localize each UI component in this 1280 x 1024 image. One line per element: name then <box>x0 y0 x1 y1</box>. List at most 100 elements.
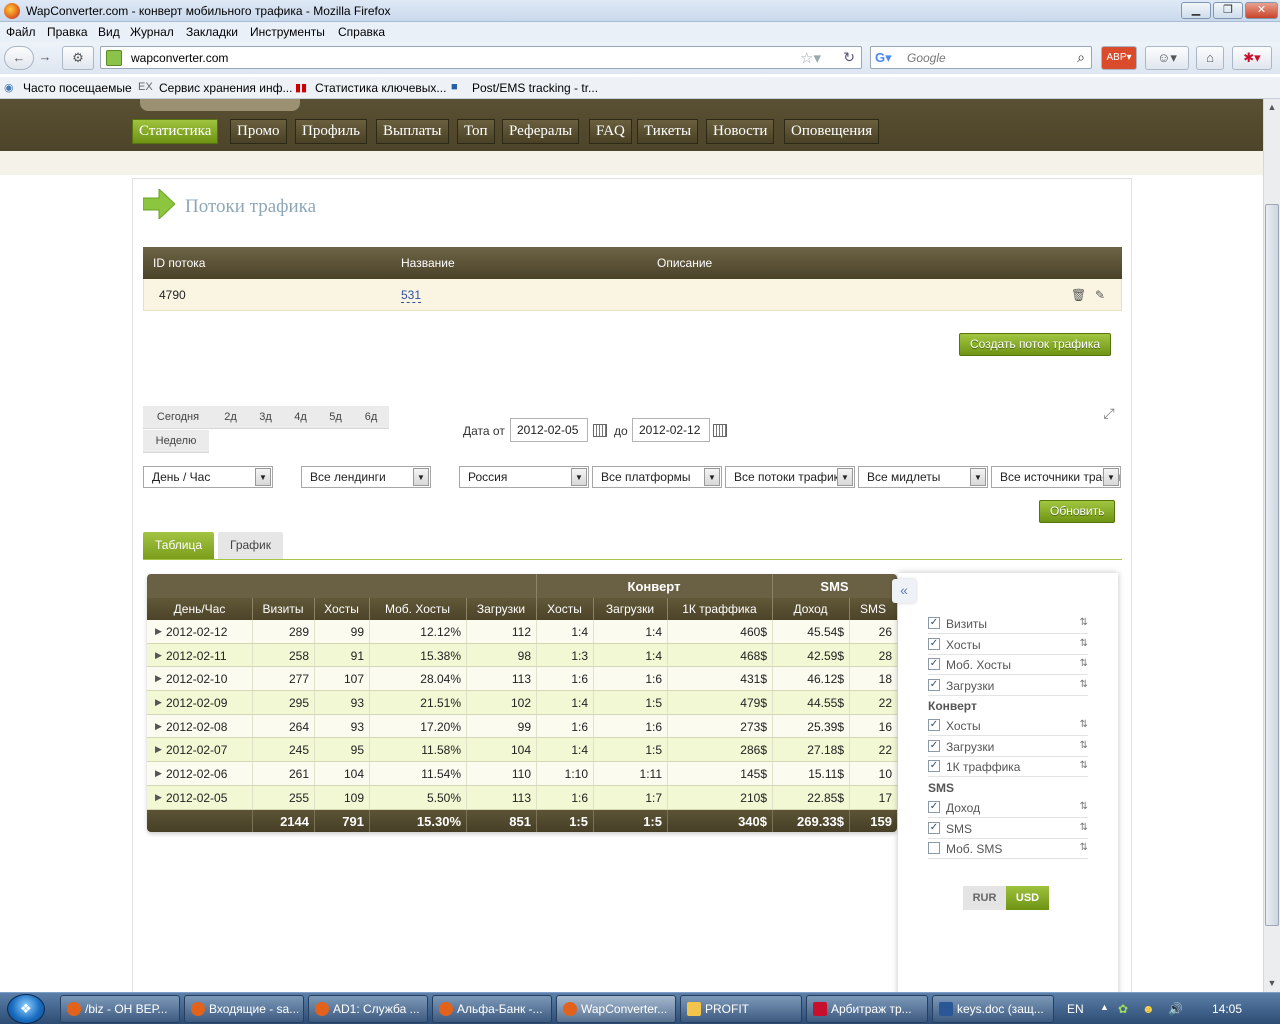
calendar-to-icon[interactable] <box>713 424 727 437</box>
nav-referrals[interactable]: Рефералы <box>502 119 580 144</box>
col-downloads[interactable]: Загрузки <box>466 602 536 616</box>
search-bar[interactable]: G▾ Google ⌕ <box>870 46 1092 69</box>
bookmark-storage[interactable]: Сервис хранения инф... <box>159 81 292 95</box>
sources-select[interactable]: Все источники трафика ▼ <box>991 466 1121 488</box>
task-arbitrage[interactable]: Арбитраж тр... <box>806 995 928 1023</box>
period-5d[interactable]: 5д <box>318 406 353 429</box>
forward-icon[interactable]: → <box>34 46 56 70</box>
stream-name-link[interactable]: 531 <box>401 288 422 303</box>
col-sms-income[interactable]: Доход <box>772 602 849 616</box>
sort-handle-icon[interactable]: ⇅ <box>1080 740 1088 751</box>
picker-item[interactable]: ✓ Загрузки ⇅ <box>928 676 1088 696</box>
minimize-button[interactable]: ▁ <box>1181 2 1211 19</box>
tab-chart[interactable]: График <box>218 532 283 559</box>
sort-handle-icon[interactable]: ⇅ <box>1080 617 1088 628</box>
platforms-select[interactable]: Все платформы ▼ <box>592 466 722 488</box>
expand-row-icon[interactable]: ▶ <box>155 721 162 732</box>
chevron-down-icon[interactable]: ▼ <box>970 468 986 486</box>
nav-tickets[interactable]: Тикеты <box>637 119 699 144</box>
menu-tools[interactable]: Инструменты <box>250 25 325 39</box>
create-stream-button[interactable]: Создать поток трафика <box>959 333 1112 356</box>
picker-item[interactable]: ✓ Моб. Хосты ⇅ <box>928 655 1088 675</box>
menu-history[interactable]: Журнал <box>130 25 174 39</box>
table-row[interactable]: ▶ 2012-02-07 245 95 11.58% 104 1:4 1:5 286$ 27.18… <box>147 738 897 763</box>
addon-icon[interactable]: ☺▾ <box>1145 46 1189 70</box>
nav-news[interactable]: Новости <box>706 119 775 144</box>
picker-item[interactable]: ✓ Хосты ⇅ <box>928 635 1088 655</box>
task-profit[interactable]: PROFIT <box>680 995 802 1023</box>
chevron-down-icon[interactable]: ▼ <box>413 468 429 486</box>
scroll-thumb[interactable] <box>1265 204 1279 926</box>
chevron-down-icon[interactable]: ▼ <box>571 468 587 486</box>
expand-row-icon[interactable]: ▶ <box>155 650 162 661</box>
collapse-panel-icon[interactable]: « <box>892 579 916 603</box>
home-icon[interactable]: ⌂ <box>1196 46 1224 70</box>
calendar-from-icon[interactable] <box>593 424 607 437</box>
reload-icon[interactable]: ↻ <box>843 49 855 66</box>
nav-promo[interactable]: Промо <box>230 119 287 144</box>
task-wapconverter[interactable]: WapConverter... <box>556 995 676 1023</box>
nav-statistics[interactable]: Статистика <box>132 119 219 144</box>
col-day-hour[interactable]: День/Час <box>147 602 252 616</box>
bookmark-ems-tracking[interactable]: Post/EMS tracking - tr... <box>472 81 598 95</box>
checkbox[interactable]: ✓ <box>928 617 940 629</box>
search-icon[interactable]: ⌕ <box>1077 49 1085 66</box>
table-row[interactable]: ▶ 2012-02-10 277 107 28.04% 113 1:6 1:6 431$ 46.1… <box>147 667 897 692</box>
checkbox[interactable]: ✓ <box>928 637 940 650</box>
picker-item[interactable]: ✓ Визиты ⇅ <box>928 614 1088 634</box>
addon-red-icon[interactable]: ✱▾ <box>1232 46 1272 70</box>
date-to-input[interactable]: 2012-02-12 <box>632 418 710 442</box>
picker-item[interactable]: ✓ Хосты ⇅ <box>928 716 1088 736</box>
midlets-select[interactable]: Все мидлеты ▼ <box>858 466 988 488</box>
tab-table[interactable]: Таблица <box>143 532 215 559</box>
tray-messenger-icon[interactable]: ☻ <box>1142 1002 1155 1016</box>
maximize-button[interactable]: ❐ <box>1213 2 1243 19</box>
edit-icon[interactable]: ✎ <box>1093 288 1107 302</box>
period-4d[interactable]: 4д <box>283 406 318 429</box>
country-select[interactable]: Россия ▼ <box>459 466 589 488</box>
expand-row-icon[interactable]: ▶ <box>155 626 162 637</box>
expand-row-icon[interactable]: ▶ <box>155 744 162 755</box>
sort-handle-icon[interactable]: ⇅ <box>1080 822 1088 833</box>
sort-handle-icon[interactable]: ⇅ <box>1080 801 1088 812</box>
menu-bookmarks[interactable]: Закладки <box>186 25 238 39</box>
google-icon[interactable]: G▾ <box>875 50 892 66</box>
sort-handle-icon[interactable]: ⇅ <box>1080 638 1088 649</box>
bookmark-keyword-stats[interactable]: Статистика ключевых... <box>315 81 446 95</box>
menu-help[interactable]: Справка <box>338 25 385 39</box>
url-bar[interactable]: wapconverter.com ☆▾ ↻ <box>100 46 862 69</box>
chevron-down-icon[interactable]: ▼ <box>837 468 853 486</box>
task-alfabank[interactable]: Альфа-Банк -... <box>432 995 552 1023</box>
checkbox[interactable] <box>928 842 940 854</box>
delete-icon[interactable]: 🗑 <box>1071 288 1086 302</box>
update-button[interactable]: Обновить <box>1039 500 1116 523</box>
expand-row-icon[interactable]: ▶ <box>155 673 162 684</box>
expand-row-icon[interactable]: ▶ <box>155 768 162 779</box>
site-identity-icon[interactable] <box>106 50 122 66</box>
landings-select[interactable]: Все лендинги ▼ <box>301 466 431 488</box>
currency-rur-button[interactable]: RUR <box>963 886 1006 910</box>
streams-select[interactable]: Все потоки трафика ▼ <box>725 466 855 488</box>
picker-item[interactable]: ✓ 1К траффика ⇅ <box>928 757 1088 777</box>
groupby-select[interactable]: День / Час ▼ <box>143 466 273 488</box>
task-biz[interactable]: /biz - ОН ВЕР... <box>60 995 180 1023</box>
sort-handle-icon[interactable]: ⇅ <box>1080 719 1088 730</box>
picker-item[interactable]: ✓ SMS ⇅ <box>928 819 1088 839</box>
task-keys-doc[interactable]: keys.doc (защ... <box>932 995 1054 1023</box>
volume-icon[interactable]: 🔊 <box>1168 1002 1183 1016</box>
date-from-input[interactable]: 2012-02-05 <box>510 418 588 442</box>
checkbox[interactable]: ✓ <box>928 658 940 670</box>
col-visits[interactable]: Визиты <box>252 602 314 616</box>
tray-expand-icon[interactable]: ▲ <box>1100 1002 1109 1012</box>
url-text[interactable]: wapconverter.com <box>131 51 228 65</box>
tray-app-icon[interactable]: ✿ <box>1118 1002 1128 1016</box>
checkbox[interactable]: ✓ <box>928 760 940 772</box>
search-input[interactable]: Google <box>907 51 946 65</box>
expand-row-icon[interactable]: ▶ <box>155 792 162 803</box>
sort-handle-icon[interactable]: ⇅ <box>1080 658 1088 669</box>
task-ad1[interactable]: AD1: Служба ... <box>308 995 428 1023</box>
col-conv-downloads[interactable]: Загрузки <box>593 602 667 616</box>
tab-groups-icon[interactable]: ⚙ <box>62 46 94 70</box>
task-inbox[interactable]: Входящие - sa... <box>184 995 304 1023</box>
picker-item[interactable]: ✓ Загрузки ⇅ <box>928 737 1088 757</box>
